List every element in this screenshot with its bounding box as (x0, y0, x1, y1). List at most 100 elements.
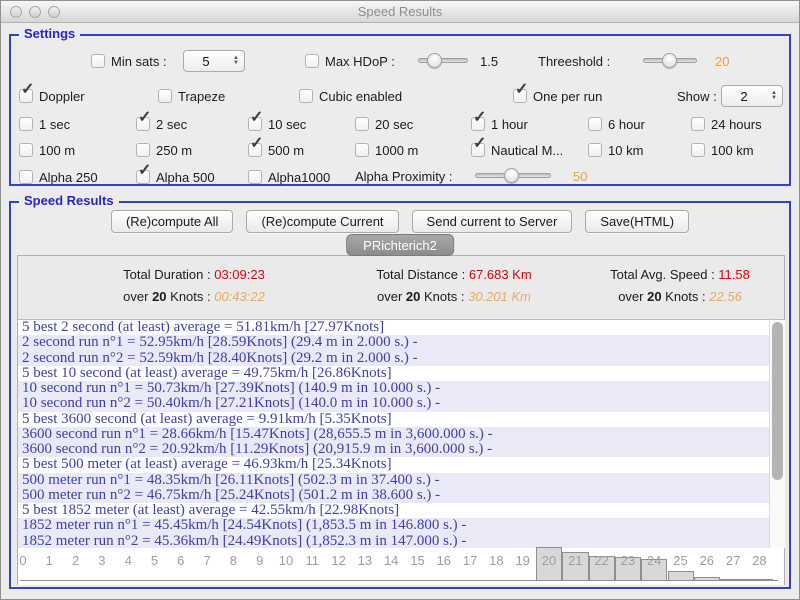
checkbox-box: ✓ (471, 143, 485, 157)
checkbox-500-m[interactable]: ✓500 m (248, 141, 355, 159)
show-stepper[interactable]: 2 ▲ ▼ (721, 85, 783, 107)
result-line[interactable]: 10 second run n°2 = 50.40km/h [27.21Knot… (18, 396, 769, 411)
result-line[interactable]: 500 meter run n°2 = 46.75km/h [25.24Knot… (18, 488, 769, 503)
stepper-arrows: ▲ ▼ (766, 91, 782, 101)
total-duration-value: 03:09:23 (214, 267, 265, 282)
histogram-label: 15 (405, 553, 431, 568)
checkbox-2-sec[interactable]: ✓2 sec (136, 115, 248, 133)
alpha-proximity-slider[interactable] (475, 168, 551, 183)
check-icon: ✓ (21, 82, 34, 98)
checkbox-20-sec-label: 20 sec (375, 117, 413, 132)
check-icon: ✓ (473, 110, 486, 126)
checkbox-nautical-m-label: Nautical M... (491, 143, 563, 158)
histogram-label: 8 (220, 553, 246, 568)
checkbox-nautical-m[interactable]: ✓ Nautical M... (471, 141, 588, 159)
max-hdop-label: Max HDoP : (325, 54, 395, 69)
threshold-label: Threeshold : (538, 54, 610, 69)
result-line[interactable]: 2 second run n°2 = 52.59km/h [28.40Knots… (18, 351, 769, 366)
result-line[interactable]: 3600 second run n°1 = 28.66km/h [15.47Kn… (18, 427, 769, 442)
slider-thumb[interactable] (427, 53, 442, 68)
checkbox-1-hour[interactable]: ✓ 1 hour (471, 115, 588, 133)
result-line[interactable]: 500 meter run n°1 = 48.35km/h [26.11Knot… (18, 473, 769, 488)
histogram-label: 4 (115, 553, 141, 568)
result-line[interactable]: 10 second run n°1 = 50.73km/h [27.39Knot… (18, 381, 769, 396)
trapeze-checkbox[interactable]: Trapeze (158, 87, 225, 105)
checkbox-box: ✓ (19, 89, 33, 103)
max-hdop-slider[interactable] (418, 53, 468, 68)
stepper-down-icon[interactable]: ▼ (233, 61, 239, 66)
result-line[interactable]: 5 best 3600 second (at least) average = … (18, 412, 769, 427)
app-window: Speed Results Settings Min sats : 5 ▲ ▼ … (0, 0, 800, 600)
cubic-enabled-checkbox[interactable]: Cubic enabled (299, 87, 402, 105)
save-html-button[interactable]: Save(HTML) (585, 210, 689, 233)
checkbox-alpha-250-label: Alpha 250 (39, 170, 98, 185)
max-hdop-checkbox[interactable]: Max HDoP : (305, 52, 395, 70)
result-line[interactable]: 1852 meter run n°1 = 45.45km/h [24.54Kno… (18, 518, 769, 533)
histogram-label: 13 (352, 553, 378, 568)
checkbox-box: ✓ (471, 117, 485, 131)
one-per-run-checkbox[interactable]: ✓ One per run (513, 87, 602, 105)
trapeze-label: Trapeze (178, 89, 225, 104)
histogram-label: 2 (63, 553, 89, 568)
histogram-label: 9 (247, 553, 273, 568)
checkbox-250-m[interactable]: 250 m (136, 141, 248, 159)
doppler-label: Doppler (39, 89, 85, 104)
recompute-current-button[interactable]: (Re)compute Current (246, 210, 398, 233)
checkbox-10-sec[interactable]: ✓10 sec (248, 115, 355, 133)
stepper-arrows: ▲ ▼ (228, 56, 244, 66)
scrollbar[interactable] (769, 319, 785, 548)
min-sats-checkbox[interactable]: Min sats : (91, 52, 167, 70)
min-sats-stepper[interactable]: 5 ▲ ▼ (183, 50, 245, 72)
min-sats-value: 5 (184, 54, 228, 69)
alpha-proximity-label: Alpha Proximity : (355, 169, 453, 184)
threshold-slider[interactable] (643, 53, 697, 68)
checkbox-24-hours[interactable]: 24 hours (691, 115, 785, 133)
checkbox-box (19, 170, 33, 184)
result-line[interactable]: 2 second run n°1 = 52.95km/h [28.59Knots… (18, 335, 769, 350)
checkbox-alpha-250[interactable]: Alpha 250 (19, 168, 98, 186)
checkbox-100-km[interactable]: 100 km (691, 141, 785, 159)
result-line[interactable]: 5 best 10 second (at least) average = 49… (18, 366, 769, 381)
check-icon: ✓ (250, 110, 263, 126)
total-distance-column: Total Distance : 67.683 Km over 20 Knots… (334, 256, 574, 319)
recompute-all-button[interactable]: (Re)compute All (111, 210, 233, 233)
slider-thumb[interactable] (504, 168, 519, 183)
result-line[interactable]: 5 best 500 meter (at least) average = 46… (18, 457, 769, 472)
checkbox-500-m-label: 500 m (268, 143, 304, 158)
checkbox-alpha-500-label: Alpha 500 (156, 170, 215, 185)
send-to-server-button[interactable]: Send current to Server (412, 210, 573, 233)
checkbox-10-km[interactable]: 10 km (588, 141, 691, 159)
result-line[interactable]: 5 best 2 second (at least) average = 51.… (18, 320, 769, 335)
time-checkbox-row: 1 sec✓2 sec✓10 sec 20 sec ✓ 1 hour 6 hour24 … (19, 115, 785, 133)
scrollbar-thumb[interactable] (772, 322, 783, 480)
slider-thumb[interactable] (662, 53, 677, 68)
histogram-label: 14 (378, 553, 404, 568)
total-distance-value: 67.683 Km (469, 267, 532, 282)
doppler-checkbox[interactable]: ✓ Doppler (19, 87, 85, 105)
total-avg-speed-value: 11.58 (718, 267, 750, 282)
tab-prichterich2[interactable]: PRichterich2 (346, 234, 454, 256)
checkbox-1-hour-label: 1 hour (491, 117, 528, 132)
over-avg-speed-value: 22.56 (709, 289, 742, 304)
histogram-label: 26 (694, 553, 720, 568)
histogram-label: 25 (668, 553, 694, 568)
checkbox-box (588, 117, 602, 131)
checkbox-6-hour[interactable]: 6 hour (588, 115, 691, 133)
stepper-down-icon[interactable]: ▼ (771, 96, 777, 101)
total-distance-label: Total Distance : (376, 267, 469, 282)
checkbox-100-m[interactable]: 100 m (19, 141, 136, 159)
result-line[interactable]: 5 best 1852 meter (at least) average = 4… (18, 503, 769, 518)
histogram-label: 0 (10, 553, 36, 568)
result-line[interactable]: 3600 second run n°2 = 20.92km/h [11.29Kn… (18, 442, 769, 457)
checkbox-1000-m[interactable]: 1000 m (355, 141, 471, 159)
histogram-label: 3 (89, 553, 115, 568)
settings-group-label: Settings (19, 26, 80, 41)
checkbox-20-sec[interactable]: 20 sec (355, 115, 471, 133)
result-line[interactable]: 1852 meter run n°2 = 45.36km/h [24.49Kno… (18, 534, 769, 549)
checkbox-alpha1000[interactable]: Alpha1000 (248, 168, 330, 186)
button-row: (Re)compute All (Re)compute Current Send… (11, 210, 789, 233)
checkbox-alpha-500[interactable]: ✓Alpha 500 (136, 168, 215, 186)
settings-row-options: ✓ Doppler Trapeze Cubic enabled ✓ One pe… (19, 87, 785, 109)
checkbox-1-sec[interactable]: 1 sec (19, 115, 136, 133)
checkbox-box (158, 89, 172, 103)
